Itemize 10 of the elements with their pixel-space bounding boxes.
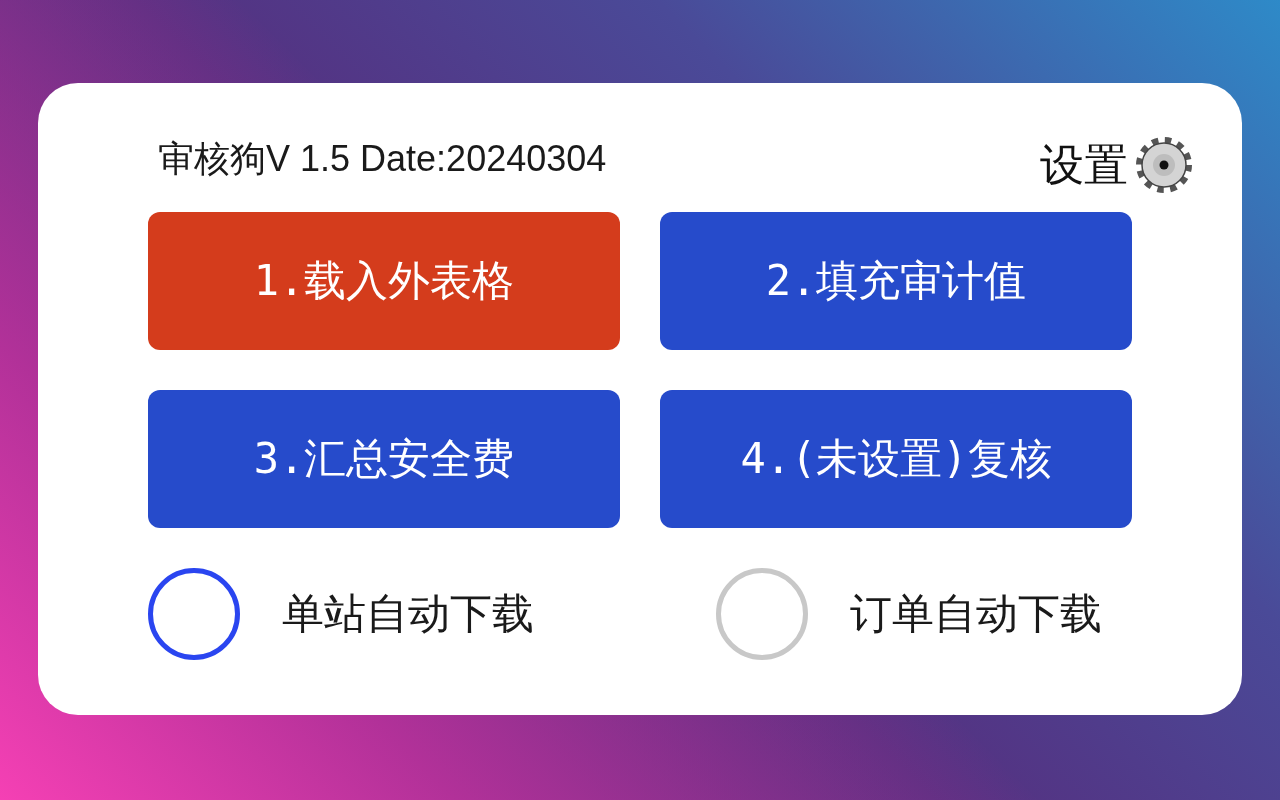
settings-icon	[1134, 135, 1194, 195]
action-button[interactable]: 1.载入外表格	[148, 212, 620, 350]
action-button[interactable]: 4.(未设置)复核	[660, 390, 1132, 528]
option-label[interactable]: 订单自动下载	[850, 586, 1102, 642]
option-label[interactable]: 单站自动下载	[282, 586, 534, 642]
radio-button[interactable]	[148, 568, 240, 660]
action-button[interactable]: 3.汇总安全费	[148, 390, 620, 528]
app-title: 审核狗V 1.5 Date:20240304	[158, 136, 607, 181]
action-button[interactable]: 2.填充审计值	[660, 212, 1132, 350]
settings-button[interactable]: 设置	[1040, 135, 1194, 195]
